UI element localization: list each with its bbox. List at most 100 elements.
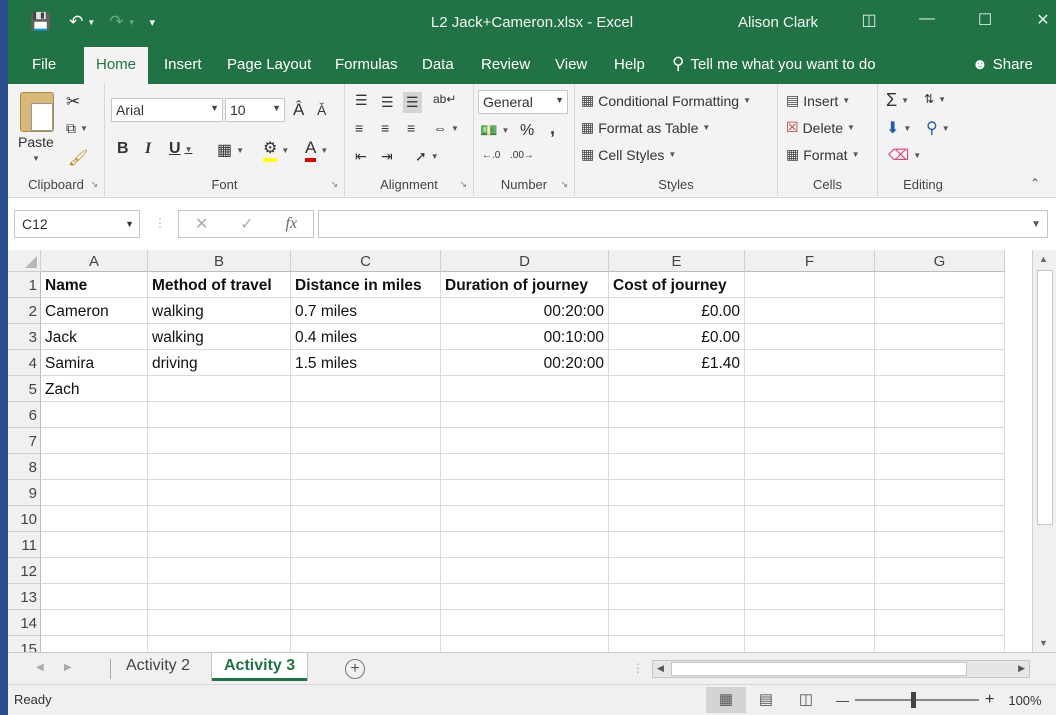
cell-d7[interactable]	[441, 428, 609, 454]
column-header-c[interactable]: C	[291, 250, 441, 272]
prev-sheet-icon[interactable]: ◀	[36, 662, 44, 673]
cell-d4[interactable]: 00:20:00	[441, 350, 609, 376]
zoom-in-icon[interactable]: +	[985, 691, 994, 709]
number-launcher-icon[interactable]: ↘	[560, 179, 568, 190]
tab-splitter-icon[interactable]: ⋮	[632, 661, 644, 675]
tab-formulas[interactable]: Formulas	[335, 56, 398, 73]
horizontal-scroll-thumb[interactable]	[671, 662, 967, 676]
row-header-7[interactable]: 7	[8, 428, 41, 454]
cell-e1[interactable]: Cost of journey	[609, 272, 745, 298]
cell-c15[interactable]	[291, 636, 441, 652]
cell-g1[interactable]	[875, 272, 1005, 298]
cell-styles-button[interactable]: ▦ Cell Styles ▼	[581, 146, 676, 163]
cell-g12[interactable]	[875, 558, 1005, 584]
autosum-icon[interactable]: Σ ▼	[886, 90, 909, 111]
align-bottom-icon[interactable]: ☰	[403, 92, 422, 113]
tab-page-layout[interactable]: Page Layout	[227, 56, 311, 73]
column-header-g[interactable]: G	[875, 250, 1005, 272]
cut-icon[interactable]: ✂	[66, 92, 80, 112]
expand-formula-bar-icon[interactable]: ▼	[1031, 219, 1041, 230]
paste-button[interactable]: Paste	[18, 134, 54, 150]
cell-c5[interactable]	[291, 376, 441, 402]
cell-f7[interactable]	[745, 428, 875, 454]
clipboard-launcher-icon[interactable]: ↘	[90, 179, 98, 190]
column-header-d[interactable]: D	[441, 250, 609, 272]
row-header-2[interactable]: 2	[8, 298, 41, 324]
cell-e6[interactable]	[609, 402, 745, 428]
cell-c4[interactable]: 1.5 miles	[291, 350, 441, 376]
zoom-slider[interactable]	[855, 692, 979, 708]
close-icon[interactable]: ✕	[1014, 10, 1056, 30]
cell-b9[interactable]	[148, 480, 291, 506]
cell-a9[interactable]	[41, 480, 148, 506]
cell-a4[interactable]: Samira	[41, 350, 148, 376]
cell-a7[interactable]	[41, 428, 148, 454]
horizontal-scrollbar[interactable]: ◀ ▶	[652, 660, 1030, 678]
minimize-icon[interactable]: —	[898, 10, 956, 30]
new-sheet-icon[interactable]: +	[345, 659, 365, 679]
cell-d2[interactable]: 00:20:00	[441, 298, 609, 324]
cell-d12[interactable]	[441, 558, 609, 584]
cell-d1[interactable]: Duration of journey	[441, 272, 609, 298]
cell-d8[interactable]	[441, 454, 609, 480]
next-sheet-icon[interactable]: ▶	[64, 662, 72, 673]
cell-g7[interactable]	[875, 428, 1005, 454]
tab-review[interactable]: Review	[481, 56, 530, 73]
cell-f1[interactable]	[745, 272, 875, 298]
paste-icon[interactable]	[20, 92, 54, 132]
tab-home[interactable]: Home	[84, 47, 149, 85]
cell-d9[interactable]	[441, 480, 609, 506]
cell-b11[interactable]	[148, 532, 291, 558]
cell-b8[interactable]	[148, 454, 291, 480]
tab-data[interactable]: Data	[422, 56, 454, 73]
cell-a12[interactable]	[41, 558, 148, 584]
page-break-view-icon[interactable]: ◫	[786, 687, 826, 713]
cell-c6[interactable]	[291, 402, 441, 428]
cell-a13[interactable]	[41, 584, 148, 610]
cell-a3[interactable]: Jack	[41, 324, 148, 350]
cell-g9[interactable]	[875, 480, 1005, 506]
increase-font-size-icon[interactable]: Â	[293, 100, 304, 120]
row-header-14[interactable]: 14	[8, 610, 41, 636]
page-layout-view-icon[interactable]: ▤	[746, 687, 786, 713]
cell-f15[interactable]	[745, 636, 875, 652]
cell-g15[interactable]	[875, 636, 1005, 652]
cell-a14[interactable]	[41, 610, 148, 636]
cell-d15[interactable]	[441, 636, 609, 652]
percent-style-button[interactable]: %	[520, 122, 534, 140]
increase-decimal-icon[interactable]: ←.0	[482, 150, 500, 161]
cell-e3[interactable]: £0.00	[609, 324, 745, 350]
number-format-combo[interactable]: General ▼	[478, 90, 568, 114]
cell-b6[interactable]	[148, 402, 291, 428]
find-select-icon[interactable]: ⚲ ▼	[926, 118, 950, 138]
cell-b2[interactable]: walking	[148, 298, 291, 324]
tell-me-box[interactable]: ⚲ Tell me what you want to do	[672, 54, 876, 74]
cell-b7[interactable]	[148, 428, 291, 454]
fill-icon[interactable]: ⬇ ▼	[886, 118, 911, 138]
number-format-dropdown-icon[interactable]: ▼	[555, 95, 564, 105]
cell-a5[interactable]: Zach	[41, 376, 148, 402]
cell-f4[interactable]	[745, 350, 875, 376]
row-header-8[interactable]: 8	[8, 454, 41, 480]
comma-style-button[interactable]: ,	[550, 118, 555, 139]
sheet-tab-activity-3[interactable]: Activity 3	[212, 653, 308, 681]
cell-d11[interactable]	[441, 532, 609, 558]
share-button[interactable]: ☻ Share	[972, 56, 1033, 73]
clear-icon[interactable]: ⌫ ▼	[888, 146, 921, 164]
sheet-tab-activity-2[interactable]: Activity 2	[114, 657, 202, 675]
orientation-icon[interactable]: ➚ ▼	[415, 148, 439, 165]
cell-f5[interactable]	[745, 376, 875, 402]
row-header-5[interactable]: 5	[8, 376, 41, 402]
cell-g6[interactable]	[875, 402, 1005, 428]
cell-g14[interactable]	[875, 610, 1005, 636]
cell-e11[interactable]	[609, 532, 745, 558]
cell-e9[interactable]	[609, 480, 745, 506]
paste-dropdown-icon[interactable]: ▼	[32, 154, 40, 163]
cell-g10[interactable]	[875, 506, 1005, 532]
cell-c1[interactable]: Distance in miles	[291, 272, 441, 298]
font-size-combo[interactable]: 10 ▼	[225, 98, 285, 122]
scroll-right-icon[interactable]: ▶	[1018, 663, 1025, 674]
cell-f12[interactable]	[745, 558, 875, 584]
delete-cells-button[interactable]: ☒ Delete ▼	[786, 119, 855, 136]
row-header-4[interactable]: 4	[8, 350, 41, 376]
